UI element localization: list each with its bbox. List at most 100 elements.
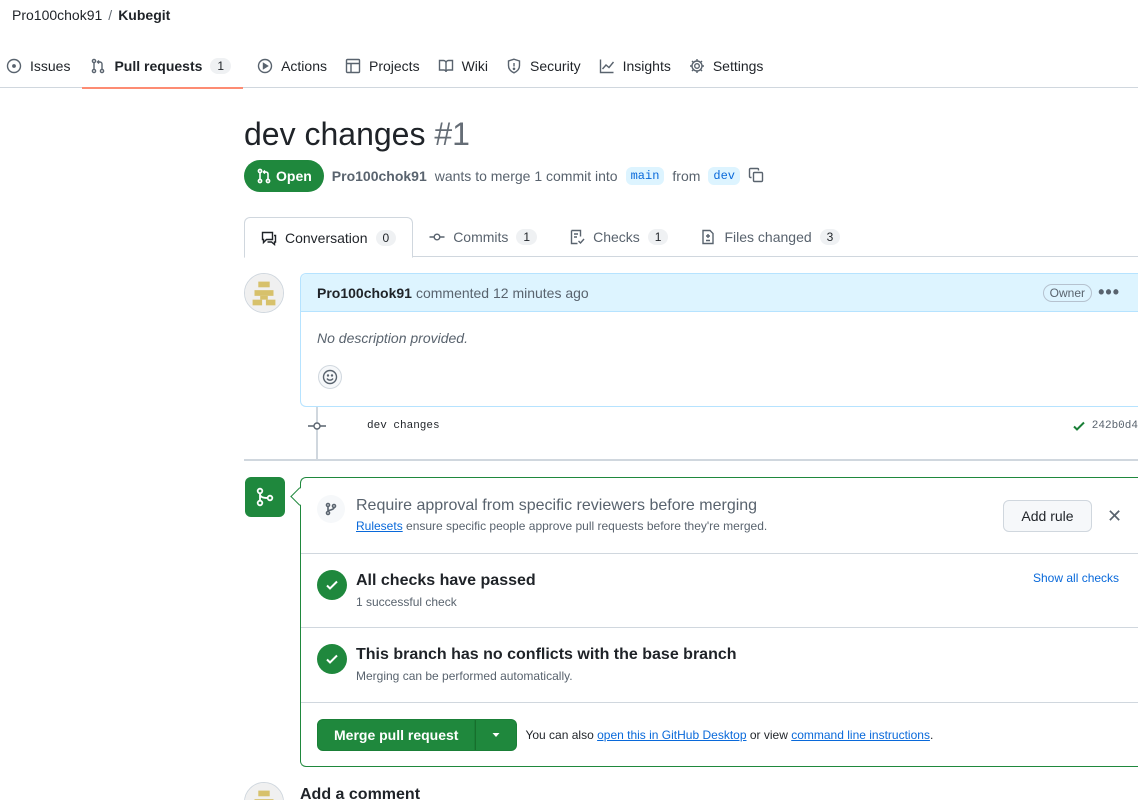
check-circle-icon [317,570,347,600]
pull-request-icon [257,168,271,184]
conflicts-title: This branch has no conflicts with the ba… [356,646,737,663]
copy-icon [748,167,764,182]
page-title: dev changes #1 [244,116,470,153]
identicon-image [245,783,283,800]
merge-status-icon [245,477,285,517]
pr-meta: Open Pro100chok91 wants to merge 1 commi… [244,160,764,192]
nav-actions[interactable]: Actions [251,44,339,88]
issue-icon [6,58,22,74]
rulesets-link[interactable]: Rulesets [356,519,403,533]
nav-label: Issues [30,58,71,74]
timeline-divider [244,459,1138,461]
pr-tabs: Conversation 0 Commits 1 Checks 1 Files … [244,217,1138,258]
tab-counter: 1 [647,229,669,245]
tab-files-changed[interactable]: Files changed 3 [684,217,856,257]
nav-issues[interactable]: Issues [0,44,82,88]
gear-icon [689,59,704,73]
base-branch[interactable]: main [625,167,665,185]
shield-icon [507,58,521,74]
owner-badge: Owner [1042,284,1092,302]
table-icon [345,58,361,74]
breadcrumb: Pro100chok91 / Kubegit [12,7,170,23]
pull-request-icon [92,58,105,74]
merge-text: wants to merge 1 commit into [434,168,618,184]
triangle-down-icon [492,733,500,737]
github-desktop-link[interactable]: open this in GitHub Desktop [597,728,746,742]
nav-label: Projects [369,58,420,74]
merge-box: Require approval from specific reviewers… [300,477,1138,767]
commit-sha: 242b0d4 [1072,419,1138,433]
close-icon[interactable]: ✕ [1107,506,1122,527]
comment-timestamp[interactable]: commented 12 minutes ago [416,285,589,301]
kebab-menu-icon[interactable]: ••• [1098,282,1120,303]
repo-header: Pro100chok91 / Kubegit Issues Pull reque… [0,0,1138,89]
merge-hint: You can also open this in GitHub Desktop… [525,728,933,742]
status-badge: Open [244,160,324,192]
avatar[interactable] [244,273,284,313]
show-all-checks-link[interactable]: Show all checks [1033,571,1119,585]
conflicts-section: This branch has no conflicts with the ba… [301,628,1138,703]
tab-conversation[interactable]: Conversation 0 [244,217,414,258]
tab-checks[interactable]: Checks 1 [553,217,684,257]
book-icon [438,59,453,73]
pr-title-text: dev changes [244,116,426,152]
merge-pull-request-button[interactable]: Merge pull request [317,719,476,751]
identicon-image [245,274,283,312]
copy-branch-button[interactable] [748,167,764,186]
nav-label: Security [530,58,581,74]
tab-counter: 1 [516,229,538,245]
checks-subtitle: 1 successful check [356,595,457,609]
commit-sha-link[interactable]: 242b0d4 [1092,420,1138,432]
nav-label: Wiki [461,58,489,74]
check-icon[interactable] [1072,419,1086,433]
comment-header: Pro100chok91 commented 12 minutes ago Ow… [301,274,1138,312]
comment-author-link[interactable]: Pro100chok91 [317,285,412,301]
tab-label: Files changed [724,229,812,245]
add-reaction-button[interactable] [318,365,342,389]
nav-wiki[interactable]: Wiki [432,44,500,88]
checks-section: All checks have passed 1 successful chec… [301,554,1138,628]
hint-suffix: . [929,728,934,742]
head-branch[interactable]: dev [708,167,741,185]
nav-label: Settings [712,58,764,74]
status-label: Open [276,168,312,184]
repo-nav: Issues Pull requests 1 Actions Projects … [0,44,776,89]
repo-owner-link[interactable]: Pro100chok91 [12,7,102,23]
nav-label: Actions [281,58,327,74]
commit-message-link[interactable]: dev changes [367,420,440,432]
nav-label: Insights [622,58,671,74]
checks-title: All checks have passed [356,572,536,589]
nav-insights[interactable]: Insights [593,44,683,88]
repo-name-link[interactable]: Kubegit [118,7,170,23]
comment-body: No description provided. [317,330,468,346]
avatar[interactable] [244,782,284,800]
tab-label: Commits [453,229,509,245]
branch-icon [317,495,345,523]
command-line-link[interactable]: command line instructions [791,728,930,742]
tab-commits[interactable]: Commits 1 [413,217,553,257]
conflicts-subtitle: Merging can be performed automatically. [356,669,573,683]
commit-icon [308,417,326,438]
pr-number: #1 [434,116,470,152]
pr-author-link[interactable]: Pro100chok91 [332,168,427,184]
merge-method-dropdown[interactable] [475,719,518,751]
nav-security[interactable]: Security [500,44,593,88]
file-diff-icon [702,229,715,245]
add-rule-button[interactable]: Add rule [1003,500,1092,532]
graph-icon [599,59,614,74]
tab-counter: 3 [819,229,841,245]
tab-counter: 0 [375,229,397,246]
nav-pull-requests[interactable]: Pull requests 1 [82,44,243,89]
add-comment-title: Add a comment [300,786,421,800]
timeline-commit: dev changes 242b0d4 [308,418,1138,436]
checklist-icon [570,229,585,245]
nav-projects[interactable]: Projects [339,44,432,88]
merge-actions: Merge pull request You can also open thi… [317,719,933,751]
nav-settings[interactable]: Settings [683,44,776,88]
nav-label: Pull requests [114,58,203,74]
breadcrumb-separator: / [108,7,113,23]
comment-box: Pro100chok91 commented 12 minutes ago Ow… [300,273,1138,407]
hint-mid: or view [749,728,788,742]
hint-prefix: You can also [525,728,594,742]
commit-icon [429,233,445,241]
